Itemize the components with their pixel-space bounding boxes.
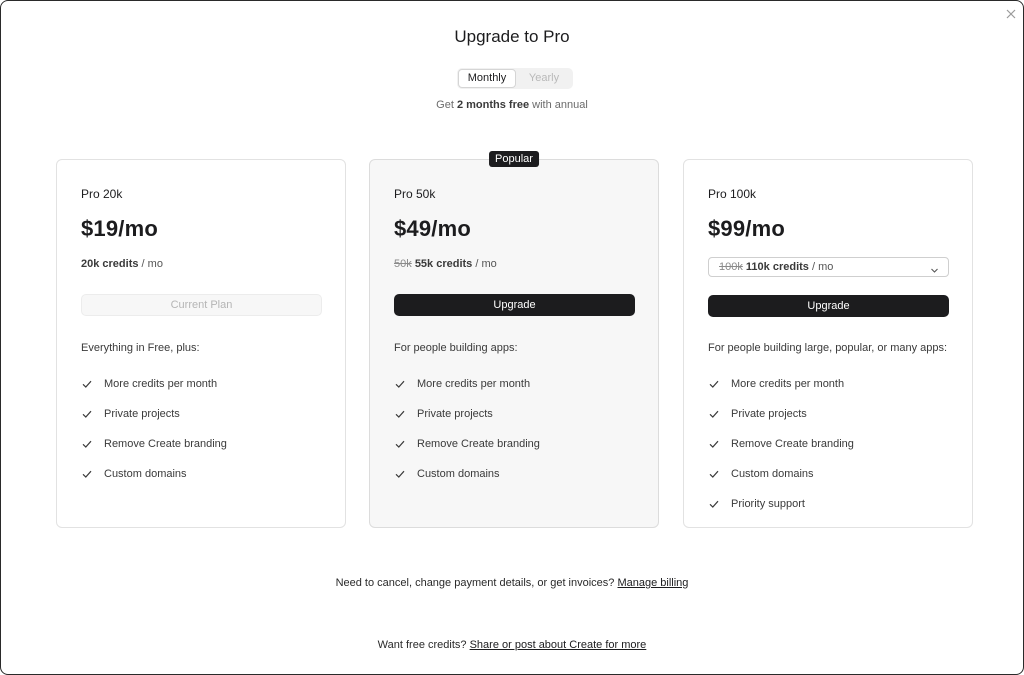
check-icon: [708, 468, 720, 480]
credits-dropdown[interactable]: 100k 110k credits / mo: [708, 257, 949, 277]
plan-credits: 50k 55k credits / mo: [394, 258, 497, 270]
billing-period-toggle: Monthly Yearly: [457, 68, 573, 89]
check-icon: [81, 468, 93, 480]
share-create-link[interactable]: Share or post about Create for more: [470, 639, 647, 651]
feature-item: Custom domains: [81, 459, 227, 489]
feature-list: More credits per month Private projects …: [81, 369, 227, 489]
chevron-down-icon: [930, 263, 939, 273]
plan-price: $19/mo: [81, 216, 159, 241]
feature-item: Remove Create branding: [708, 429, 854, 459]
feature-item: Private projects: [394, 399, 540, 429]
feature-item: Private projects: [81, 399, 227, 429]
plan-price: $99/mo: [708, 216, 786, 241]
feature-item: Remove Create branding: [394, 429, 540, 459]
check-icon: [708, 408, 720, 420]
plan-card-pro-100k: Pro 100k $99/mo 100k 110k credits / mo U…: [683, 159, 973, 528]
upgrade-button[interactable]: Upgrade: [394, 294, 635, 316]
check-icon: [81, 438, 93, 450]
check-icon: [81, 408, 93, 420]
toggle-monthly[interactable]: Monthly: [458, 69, 516, 88]
check-icon: [708, 378, 720, 390]
plan-credits: 20k credits / mo: [81, 258, 163, 270]
old-credits: 50k: [394, 258, 412, 270]
upgrade-button[interactable]: Upgrade: [708, 295, 949, 317]
plan-name: Pro 20k: [81, 187, 123, 201]
free-credits-footer: Want free credits? Share or post about C…: [377, 639, 647, 651]
modal-title: Upgrade to Pro: [454, 27, 570, 46]
upgrade-modal: Upgrade to Pro Monthly Yearly Get 2 mont…: [0, 0, 1024, 675]
feature-list: More credits per month Private projects …: [708, 369, 854, 519]
check-icon: [394, 468, 406, 480]
promo-highlight: 2 months free: [456, 99, 530, 111]
plan-lead-text: Everything in Free, plus:: [81, 342, 200, 354]
plan-card-pro-50k: Popular Pro 50k $49/mo 50k 55k credits /…: [369, 151, 659, 528]
feature-list: More credits per month Private projects …: [394, 369, 540, 489]
check-icon: [708, 498, 720, 510]
manage-billing-link[interactable]: Manage billing: [617, 577, 688, 589]
plan-name: Pro 100k: [708, 187, 757, 201]
check-icon: [81, 378, 93, 390]
feature-item: Priority support: [708, 489, 854, 519]
feature-item: Remove Create branding: [81, 429, 227, 459]
plan-lead-text: For people building large, popular, or m…: [708, 342, 948, 354]
feature-item: Custom domains: [708, 459, 854, 489]
check-icon: [394, 408, 406, 420]
plan-name: Pro 50k: [394, 187, 436, 201]
close-icon[interactable]: [1003, 6, 1019, 22]
feature-item: Custom domains: [394, 459, 540, 489]
plan-price: $49/mo: [394, 216, 472, 241]
annual-promo-text: Get 2 months free with annual: [436, 99, 588, 111]
billing-footer: Need to cancel, change payment details, …: [335, 577, 689, 589]
plan-card-pro-20k: Pro 20k $19/mo 20k credits / mo Current …: [56, 159, 346, 528]
feature-item: More credits per month: [81, 369, 227, 399]
popular-badge: Popular: [489, 151, 539, 167]
old-credits: 100k: [719, 261, 743, 273]
check-icon: [708, 438, 720, 450]
feature-item: More credits per month: [394, 369, 540, 399]
plan-lead-text: For people building apps:: [394, 342, 518, 354]
toggle-yearly[interactable]: Yearly: [516, 69, 572, 88]
check-icon: [394, 438, 406, 450]
current-plan-button: Current Plan: [81, 294, 322, 316]
feature-item: More credits per month: [708, 369, 854, 399]
check-icon: [394, 378, 406, 390]
feature-item: Private projects: [708, 399, 854, 429]
